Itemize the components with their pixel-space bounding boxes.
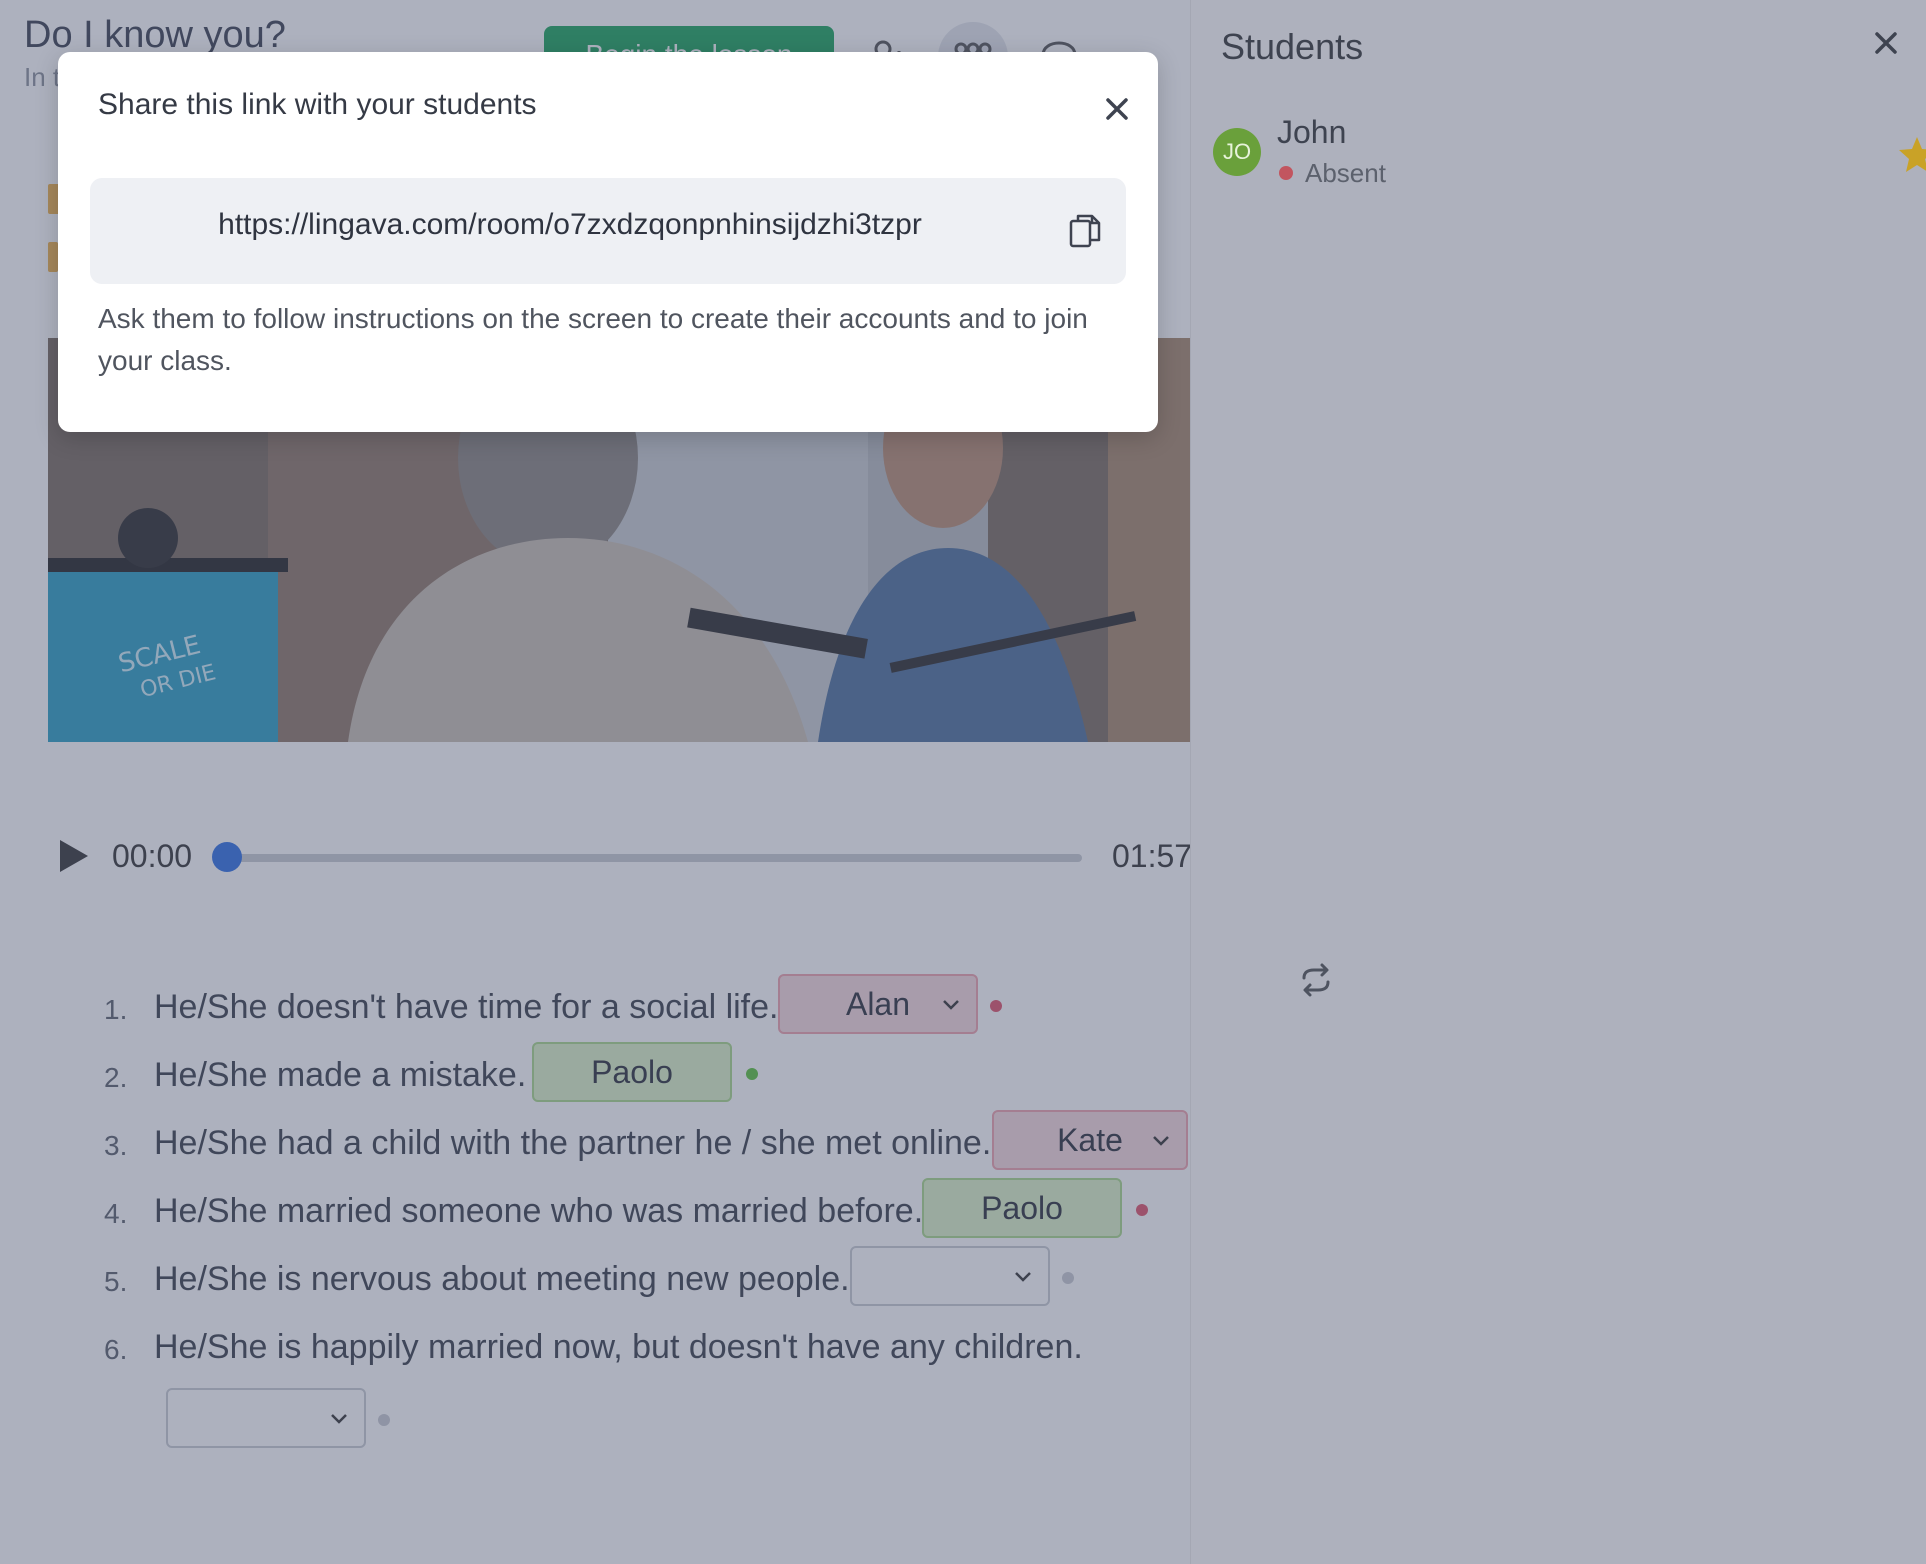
modal-title: Share this link with your students [98, 88, 537, 121]
share-link-modal: Share this link with your students https… [58, 52, 1158, 432]
student-item[interactable]: JO John Absent [1213, 110, 1926, 200]
refresh-icon[interactable] [1298, 962, 1334, 998]
student-name: John [1277, 114, 1347, 150]
close-icon[interactable] [1871, 28, 1901, 58]
share-link-box[interactable]: https://lingava.com/room/o7zxdzqonpnhins… [90, 178, 1126, 284]
modal-description: Ask them to follow instructions on the s… [98, 303, 1088, 376]
star-icon[interactable] [1897, 134, 1926, 174]
status-dot [1279, 166, 1293, 180]
share-link-text[interactable]: https://lingava.com/room/o7zxdzqonpnhins… [90, 208, 1050, 242]
copy-icon[interactable] [1068, 212, 1102, 250]
students-sidebar: Students JO John Absent [1190, 0, 1926, 1564]
avatar: JO [1213, 128, 1261, 176]
sidebar-title: Students [1221, 26, 1364, 67]
close-icon[interactable] [1104, 96, 1130, 122]
student-status: Absent [1305, 158, 1386, 188]
